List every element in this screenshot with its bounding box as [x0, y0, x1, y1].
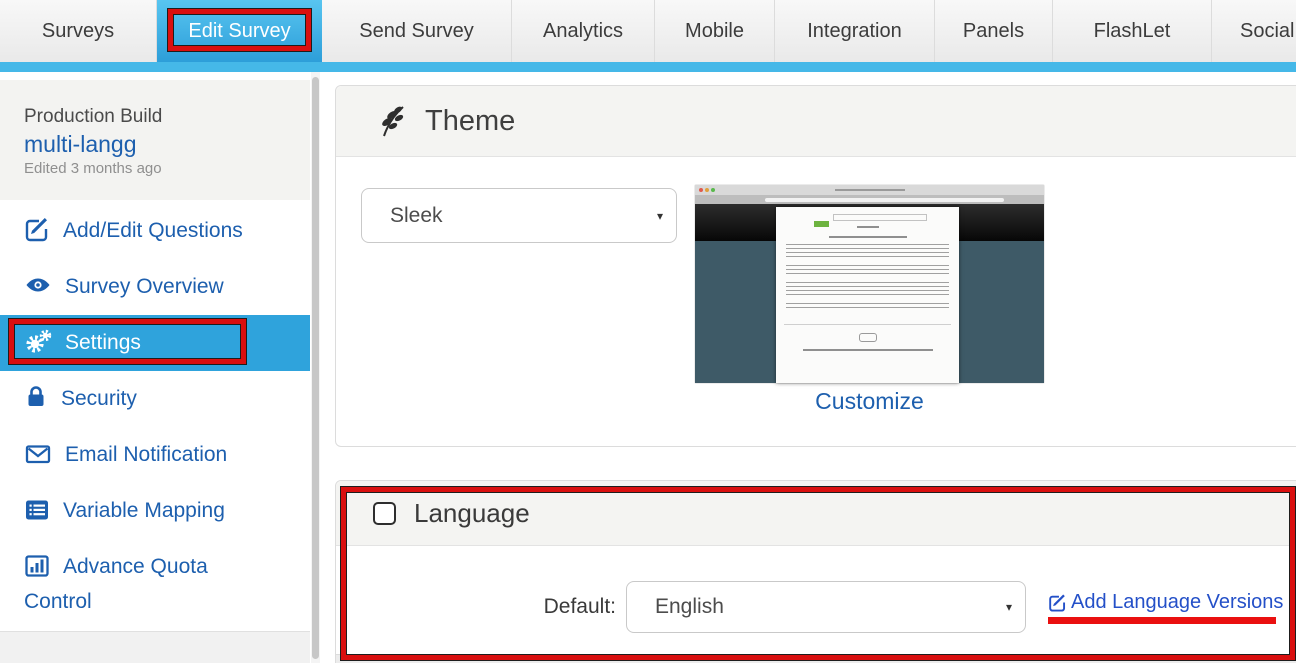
preview-paragraph [786, 282, 949, 297]
mac-close-dot [699, 188, 703, 192]
nav-tab-label: Surveys [42, 20, 114, 42]
chevron-down-icon: ▾ [657, 209, 663, 223]
theme-panel-title: Theme [425, 105, 515, 138]
sidebar-footer-row: Logo/Multimedia [0, 632, 310, 663]
language-panel: Language Default: English ▾ Add Language… [335, 480, 1296, 663]
preview-survey-page [776, 207, 959, 383]
nav-tab-label: Integration [807, 20, 902, 42]
sidebar-item-label: Email Notification [65, 443, 227, 466]
sidebar-item-label: Advance Quota Control [24, 555, 208, 613]
nav-tab-social[interactable]: Social [1212, 0, 1296, 62]
app-window: Surveys Edit Survey Send Survey Analytic… [0, 0, 1296, 663]
sidebar-item-survey-overview[interactable]: Survey Overview [0, 259, 310, 315]
scrollbar-thumb[interactable] [312, 77, 319, 659]
nav-tab-label: Social [1240, 20, 1294, 42]
default-language-select[interactable]: English ▾ [626, 581, 1026, 633]
preview-text-line [857, 226, 879, 228]
main-content: Theme Sleek ▾ [335, 72, 1296, 663]
top-nav: Surveys Edit Survey Send Survey Analytic… [0, 0, 1296, 62]
preview-paragraph [786, 303, 949, 310]
language-panel-title: Language [414, 498, 530, 529]
sidebar-item-variable-mapping[interactable]: Variable Mapping [0, 483, 310, 539]
nav-tab-send-survey[interactable]: Send Survey [322, 0, 512, 62]
nav-tab-integration[interactable]: Integration [775, 0, 935, 62]
bar-chart-icon [24, 554, 50, 578]
nav-tab-label: Mobile [685, 20, 744, 42]
preview-divider [784, 324, 951, 325]
language-panel-footer [336, 654, 1296, 663]
chevron-down-icon: ▾ [1006, 600, 1012, 614]
edited-timestamp: Edited 3 months ago [24, 160, 310, 177]
nav-tab-label: Analytics [543, 20, 623, 42]
preview-browser-toolbar [695, 195, 1044, 204]
nav-accent-strip [0, 62, 1296, 72]
preview-paragraph [786, 244, 949, 259]
edit-icon [1048, 593, 1067, 612]
customize-link[interactable]: Customize [695, 388, 1044, 415]
sidebar-item-settings[interactable]: Settings [0, 315, 310, 371]
survey-name: multi-langg [24, 131, 310, 158]
theme-panel: Theme Sleek ▾ [335, 85, 1296, 447]
survey-info-card: Production Build multi-langg Edited 3 mo… [0, 80, 310, 200]
preview-window-title-line [835, 189, 905, 191]
preview-footer-line [803, 349, 933, 351]
preview-browser-chrome [695, 185, 1044, 195]
language-panel-header: Language [336, 481, 1296, 546]
sidebar-item-label: Survey Overview [65, 275, 224, 298]
gears-icon [24, 328, 52, 354]
theme-preview-image[interactable] [695, 185, 1044, 383]
preview-page-background [695, 241, 1044, 383]
envelope-icon [24, 442, 52, 466]
sidebar-scrollbar[interactable] [311, 72, 320, 663]
edit-icon [24, 216, 50, 242]
preview-button [859, 333, 877, 342]
nav-tab-mobile[interactable]: Mobile [655, 0, 775, 62]
preview-logo [814, 221, 829, 227]
nav-tab-label: Send Survey [359, 20, 474, 42]
sidebar-menu: Add/Edit Questions Survey Overview Setti… [0, 203, 310, 663]
sidebar-item-label: Add/Edit Questions [63, 219, 243, 242]
nav-tab-flashlet[interactable]: FlashLet [1053, 0, 1212, 62]
build-label: Production Build [24, 106, 310, 128]
preview-title-line [829, 236, 907, 238]
list-icon [24, 498, 50, 522]
mac-minimize-dot [705, 188, 709, 192]
sidebar: Production Build multi-langg Edited 3 mo… [0, 72, 310, 663]
sidebar-item-label: Settings [65, 331, 141, 354]
default-language-label: Default: [506, 581, 616, 633]
sidebar-item-label: Security [61, 387, 137, 410]
nav-tab-analytics[interactable]: Analytics [512, 0, 655, 62]
nav-tab-label: FlashLet [1094, 20, 1171, 42]
sidebar-item-advance-quota-control[interactable]: Advance Quota Control [0, 539, 310, 629]
nav-tab-label: Edit Survey [188, 20, 290, 42]
mac-zoom-dot [711, 188, 715, 192]
sidebar-item-security[interactable]: Security [0, 371, 310, 427]
sidebar-item-logo-multimedia[interactable]: Logo/Multimedia [0, 650, 310, 663]
add-language-versions-link[interactable]: Add Language Versions [1048, 591, 1283, 614]
sidebar-item-label: Variable Mapping [63, 499, 225, 522]
theme-select-value: Sleek [390, 189, 443, 242]
sidebar-item-email-notification[interactable]: Email Notification [0, 427, 310, 483]
preview-header-box [833, 214, 927, 221]
nav-tab-surveys[interactable]: Surveys [0, 0, 157, 62]
theme-panel-header: Theme [336, 86, 1296, 157]
eye-icon [24, 272, 52, 298]
lock-icon [24, 384, 48, 410]
nav-tab-panels[interactable]: Panels [935, 0, 1053, 62]
preview-address-bar [765, 198, 1004, 202]
preview-paragraph [786, 265, 949, 276]
language-select-value: English [655, 582, 724, 632]
theme-select[interactable]: Sleek ▾ [361, 188, 677, 243]
sidebar-item-add-edit-questions[interactable]: Add/Edit Questions [0, 203, 310, 259]
add-language-versions-label: Add Language Versions [1071, 591, 1283, 614]
leaf-icon [378, 105, 408, 137]
language-checkbox[interactable] [373, 502, 396, 525]
nav-tab-edit-survey[interactable]: Edit Survey [157, 0, 322, 62]
nav-tab-label: Panels [963, 20, 1024, 42]
